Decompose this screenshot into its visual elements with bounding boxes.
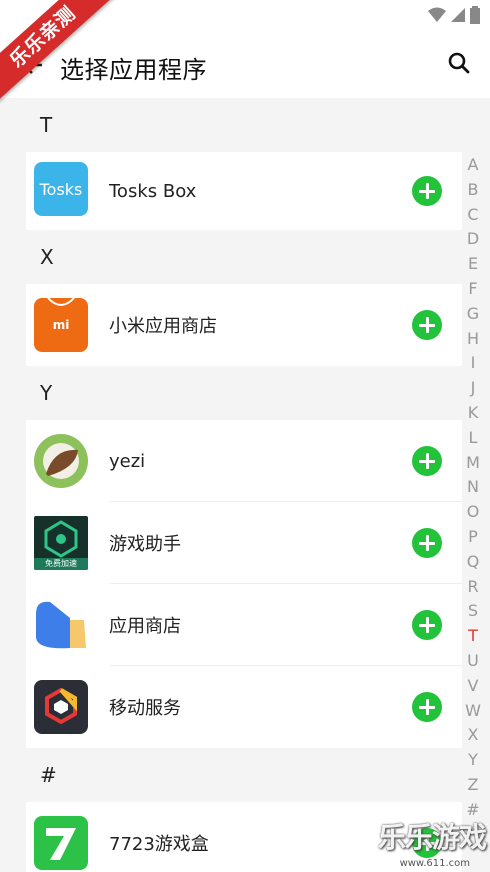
app-name: 应用商店 xyxy=(109,616,181,637)
xiaomi-store-app-icon: mi xyxy=(34,298,88,352)
index-letter[interactable]: O xyxy=(467,500,480,525)
coconut-app-icon xyxy=(34,434,88,488)
app-name: 小米应用商店 xyxy=(109,316,217,337)
app-name: 7723游戏盒 xyxy=(109,834,209,855)
section-header-x: X xyxy=(40,245,54,269)
index-letter[interactable]: L xyxy=(469,426,478,451)
add-button[interactable] xyxy=(412,446,442,476)
section-header-y: Y xyxy=(40,381,53,405)
battery-icon xyxy=(470,6,480,24)
app-bar: 选择应用程序 xyxy=(0,32,490,98)
index-letter[interactable]: Y xyxy=(468,748,478,773)
7723-app-icon xyxy=(34,816,88,870)
mobile-service-app-icon xyxy=(34,680,88,734)
add-button[interactable] xyxy=(412,176,442,206)
index-letter[interactable]: D xyxy=(467,227,479,252)
add-button[interactable] xyxy=(412,692,442,722)
index-letter[interactable]: I xyxy=(471,351,476,376)
game-assistant-app-icon: 免费加速 xyxy=(34,516,88,570)
index-letter[interactable]: H xyxy=(467,327,479,352)
index-letter[interactable]: T xyxy=(468,624,478,649)
index-letter[interactable]: J xyxy=(471,376,476,401)
watermark-logo-text: 乐乐游戏 xyxy=(377,821,487,854)
coconut-icon xyxy=(36,436,86,486)
index-letter[interactable]: M xyxy=(466,451,480,476)
signal-icon xyxy=(451,8,465,22)
corner-watermark: 乐乐游戏 www.611.com xyxy=(370,821,490,872)
index-letter[interactable]: A xyxy=(468,153,479,178)
add-button[interactable] xyxy=(412,310,442,340)
index-letter[interactable]: E xyxy=(468,252,478,277)
wifi-icon xyxy=(428,7,446,22)
search-icon[interactable] xyxy=(448,52,470,74)
index-letter[interactable]: Q xyxy=(467,550,480,575)
index-letter[interactable]: N xyxy=(467,475,479,500)
index-letter[interactable]: K xyxy=(468,401,479,426)
list-item[interactable]: 免费加速 游戏助手 xyxy=(26,502,462,584)
app-store-app-icon xyxy=(34,598,88,652)
list-item[interactable]: 应用商店 xyxy=(26,584,462,666)
shopping-bag-icon xyxy=(36,601,86,649)
add-button[interactable] xyxy=(412,528,442,558)
index-letter[interactable]: S xyxy=(468,599,478,624)
list-item[interactable]: Tosks Tosks Box xyxy=(26,152,462,230)
app-list: T Tosks Tosks Box X mi 小米应用商店 Y yezi 免费加… xyxy=(0,98,462,872)
add-button[interactable] xyxy=(412,610,442,640)
app-name: 移动服务 xyxy=(109,698,181,719)
list-item[interactable]: yezi xyxy=(26,420,462,502)
hexagon-ring-icon xyxy=(45,687,77,725)
watermark-url: www.611.com xyxy=(399,858,470,869)
index-letter[interactable]: P xyxy=(468,525,478,550)
index-letter[interactable]: X xyxy=(468,723,479,748)
section-header-hash: # xyxy=(40,763,57,787)
index-letter[interactable]: G xyxy=(467,302,479,327)
list-item[interactable]: mi 小米应用商店 xyxy=(26,284,462,366)
app-name: yezi xyxy=(109,450,146,472)
index-letter[interactable]: C xyxy=(467,203,478,228)
index-letter[interactable]: V xyxy=(468,674,479,699)
index-letter[interactable]: U xyxy=(467,649,479,674)
seven-logo-icon xyxy=(46,828,76,860)
app-name: 游戏助手 xyxy=(109,534,181,555)
section-header-t: T xyxy=(40,113,53,137)
index-letter[interactable]: W xyxy=(465,699,481,724)
app-name: Tosks Box xyxy=(109,180,197,202)
index-letter[interactable]: B xyxy=(468,178,479,203)
page-title: 选择应用程序 xyxy=(60,56,207,84)
index-letter[interactable]: F xyxy=(468,277,477,302)
status-icons xyxy=(428,6,480,24)
list-item[interactable]: 移动服务 xyxy=(26,666,462,748)
bag-handle-icon xyxy=(47,298,75,306)
tosks-box-app-icon: Tosks xyxy=(34,162,88,216)
alphabet-index-bar[interactable]: A B C D E F G H I J K L M N O P Q R S T U V W X Y Z # xyxy=(464,153,482,823)
index-letter[interactable]: R xyxy=(467,575,478,600)
index-letter[interactable]: Z xyxy=(468,773,479,798)
